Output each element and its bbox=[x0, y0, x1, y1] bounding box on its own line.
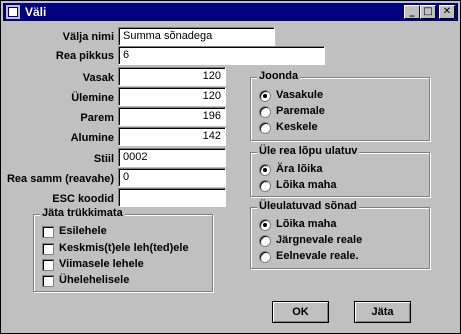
cancel-button[interactable]: Jäta bbox=[354, 301, 411, 323]
line-spacing-input[interactable]: 0 bbox=[118, 168, 226, 187]
right-input[interactable]: 196 bbox=[118, 107, 226, 126]
line-length-input[interactable]: 6 bbox=[118, 46, 325, 65]
long-words-group: Üleulatuvad sõnad Lõika maha Järgnevale … bbox=[250, 200, 430, 269]
line-length-label: Rea pikkus bbox=[55, 50, 114, 62]
dialog-window: Väli _ □ ✕ Välja nimi Summa sõnadega Rea… bbox=[0, 0, 461, 334]
close-icon[interactable]: ✕ bbox=[439, 5, 455, 19]
align-center-label: Keskele bbox=[276, 121, 318, 133]
checkbox-box[interactable] bbox=[42, 275, 54, 287]
radio-button[interactable] bbox=[259, 180, 271, 192]
bottom-label: Alumine bbox=[70, 132, 114, 144]
right-label: Parem bbox=[80, 112, 114, 124]
cut-off-label: Lõika maha bbox=[276, 179, 337, 191]
field-name-label: Välja nimi bbox=[62, 31, 114, 43]
skip-single-page-label: Ühelehelisele bbox=[59, 274, 130, 286]
no-cut-label: Ära lõika bbox=[276, 163, 323, 175]
top-label: Ülemine bbox=[71, 92, 114, 104]
align-right-label: Paremale bbox=[276, 105, 325, 117]
align-left-label: Vasakule bbox=[276, 89, 324, 101]
checkbox-box[interactable] bbox=[42, 259, 54, 271]
radio-button[interactable] bbox=[259, 122, 271, 134]
window-title: Väli bbox=[25, 5, 47, 19]
radio-button[interactable] bbox=[259, 219, 271, 231]
previous-line-label: Eelnevale reale. bbox=[276, 250, 359, 262]
esc-codes-label: ESC koodid bbox=[52, 193, 114, 205]
long-words-title: Üleulatuvad sõnad bbox=[257, 200, 359, 212]
radio-button[interactable] bbox=[259, 90, 271, 102]
overflow-title: Üle rea lõpu ulatuv bbox=[257, 145, 360, 157]
window-icon bbox=[6, 5, 20, 19]
bottom-input[interactable]: 142 bbox=[118, 127, 226, 146]
overflow-group: Üle rea lõpu ulatuv Ära lõika Lõika maha bbox=[250, 145, 430, 197]
style-input[interactable]: 0002 bbox=[118, 148, 226, 167]
radio-button[interactable] bbox=[259, 251, 271, 263]
style-label: Stiil bbox=[93, 153, 114, 165]
skip-print-group: Jäta trükkimata Esilehele Keskmis(t)ele … bbox=[33, 207, 213, 292]
left-input[interactable]: 120 bbox=[118, 67, 226, 86]
skip-first-page-label: Esilehele bbox=[59, 225, 107, 237]
skip-last-page-label: Viimasele lehele bbox=[59, 258, 144, 270]
title-bar[interactable]: Väli _ □ ✕ bbox=[3, 3, 458, 21]
radio-button[interactable] bbox=[259, 164, 271, 176]
radio-button[interactable] bbox=[259, 235, 271, 247]
skip-print-title: Jäta trükkimata bbox=[40, 207, 125, 219]
maximize-icon[interactable]: □ bbox=[420, 5, 436, 19]
align-title: Joonda bbox=[257, 70, 301, 82]
checkbox-box[interactable] bbox=[42, 243, 54, 255]
checkbox-box[interactable] bbox=[42, 226, 54, 238]
align-group: Joonda Vasakule Paremale Keskele bbox=[250, 70, 430, 141]
left-label: Vasak bbox=[82, 72, 114, 84]
line-spacing-label: Rea samm (reavahe) bbox=[6, 173, 114, 185]
radio-button[interactable] bbox=[259, 106, 271, 118]
top-input[interactable]: 120 bbox=[118, 87, 226, 106]
esc-codes-input[interactable] bbox=[118, 188, 226, 207]
ok-button[interactable]: OK bbox=[272, 301, 329, 323]
minimize-icon[interactable]: _ bbox=[404, 5, 420, 19]
field-name-input[interactable]: Summa sõnadega bbox=[118, 27, 275, 46]
words-cut-label: Lõika maha bbox=[276, 218, 337, 230]
next-line-label: Järgnevale reale bbox=[276, 234, 363, 246]
skip-middle-pages-label: Keskmis(t)ele leh(ted)ele bbox=[59, 242, 189, 254]
